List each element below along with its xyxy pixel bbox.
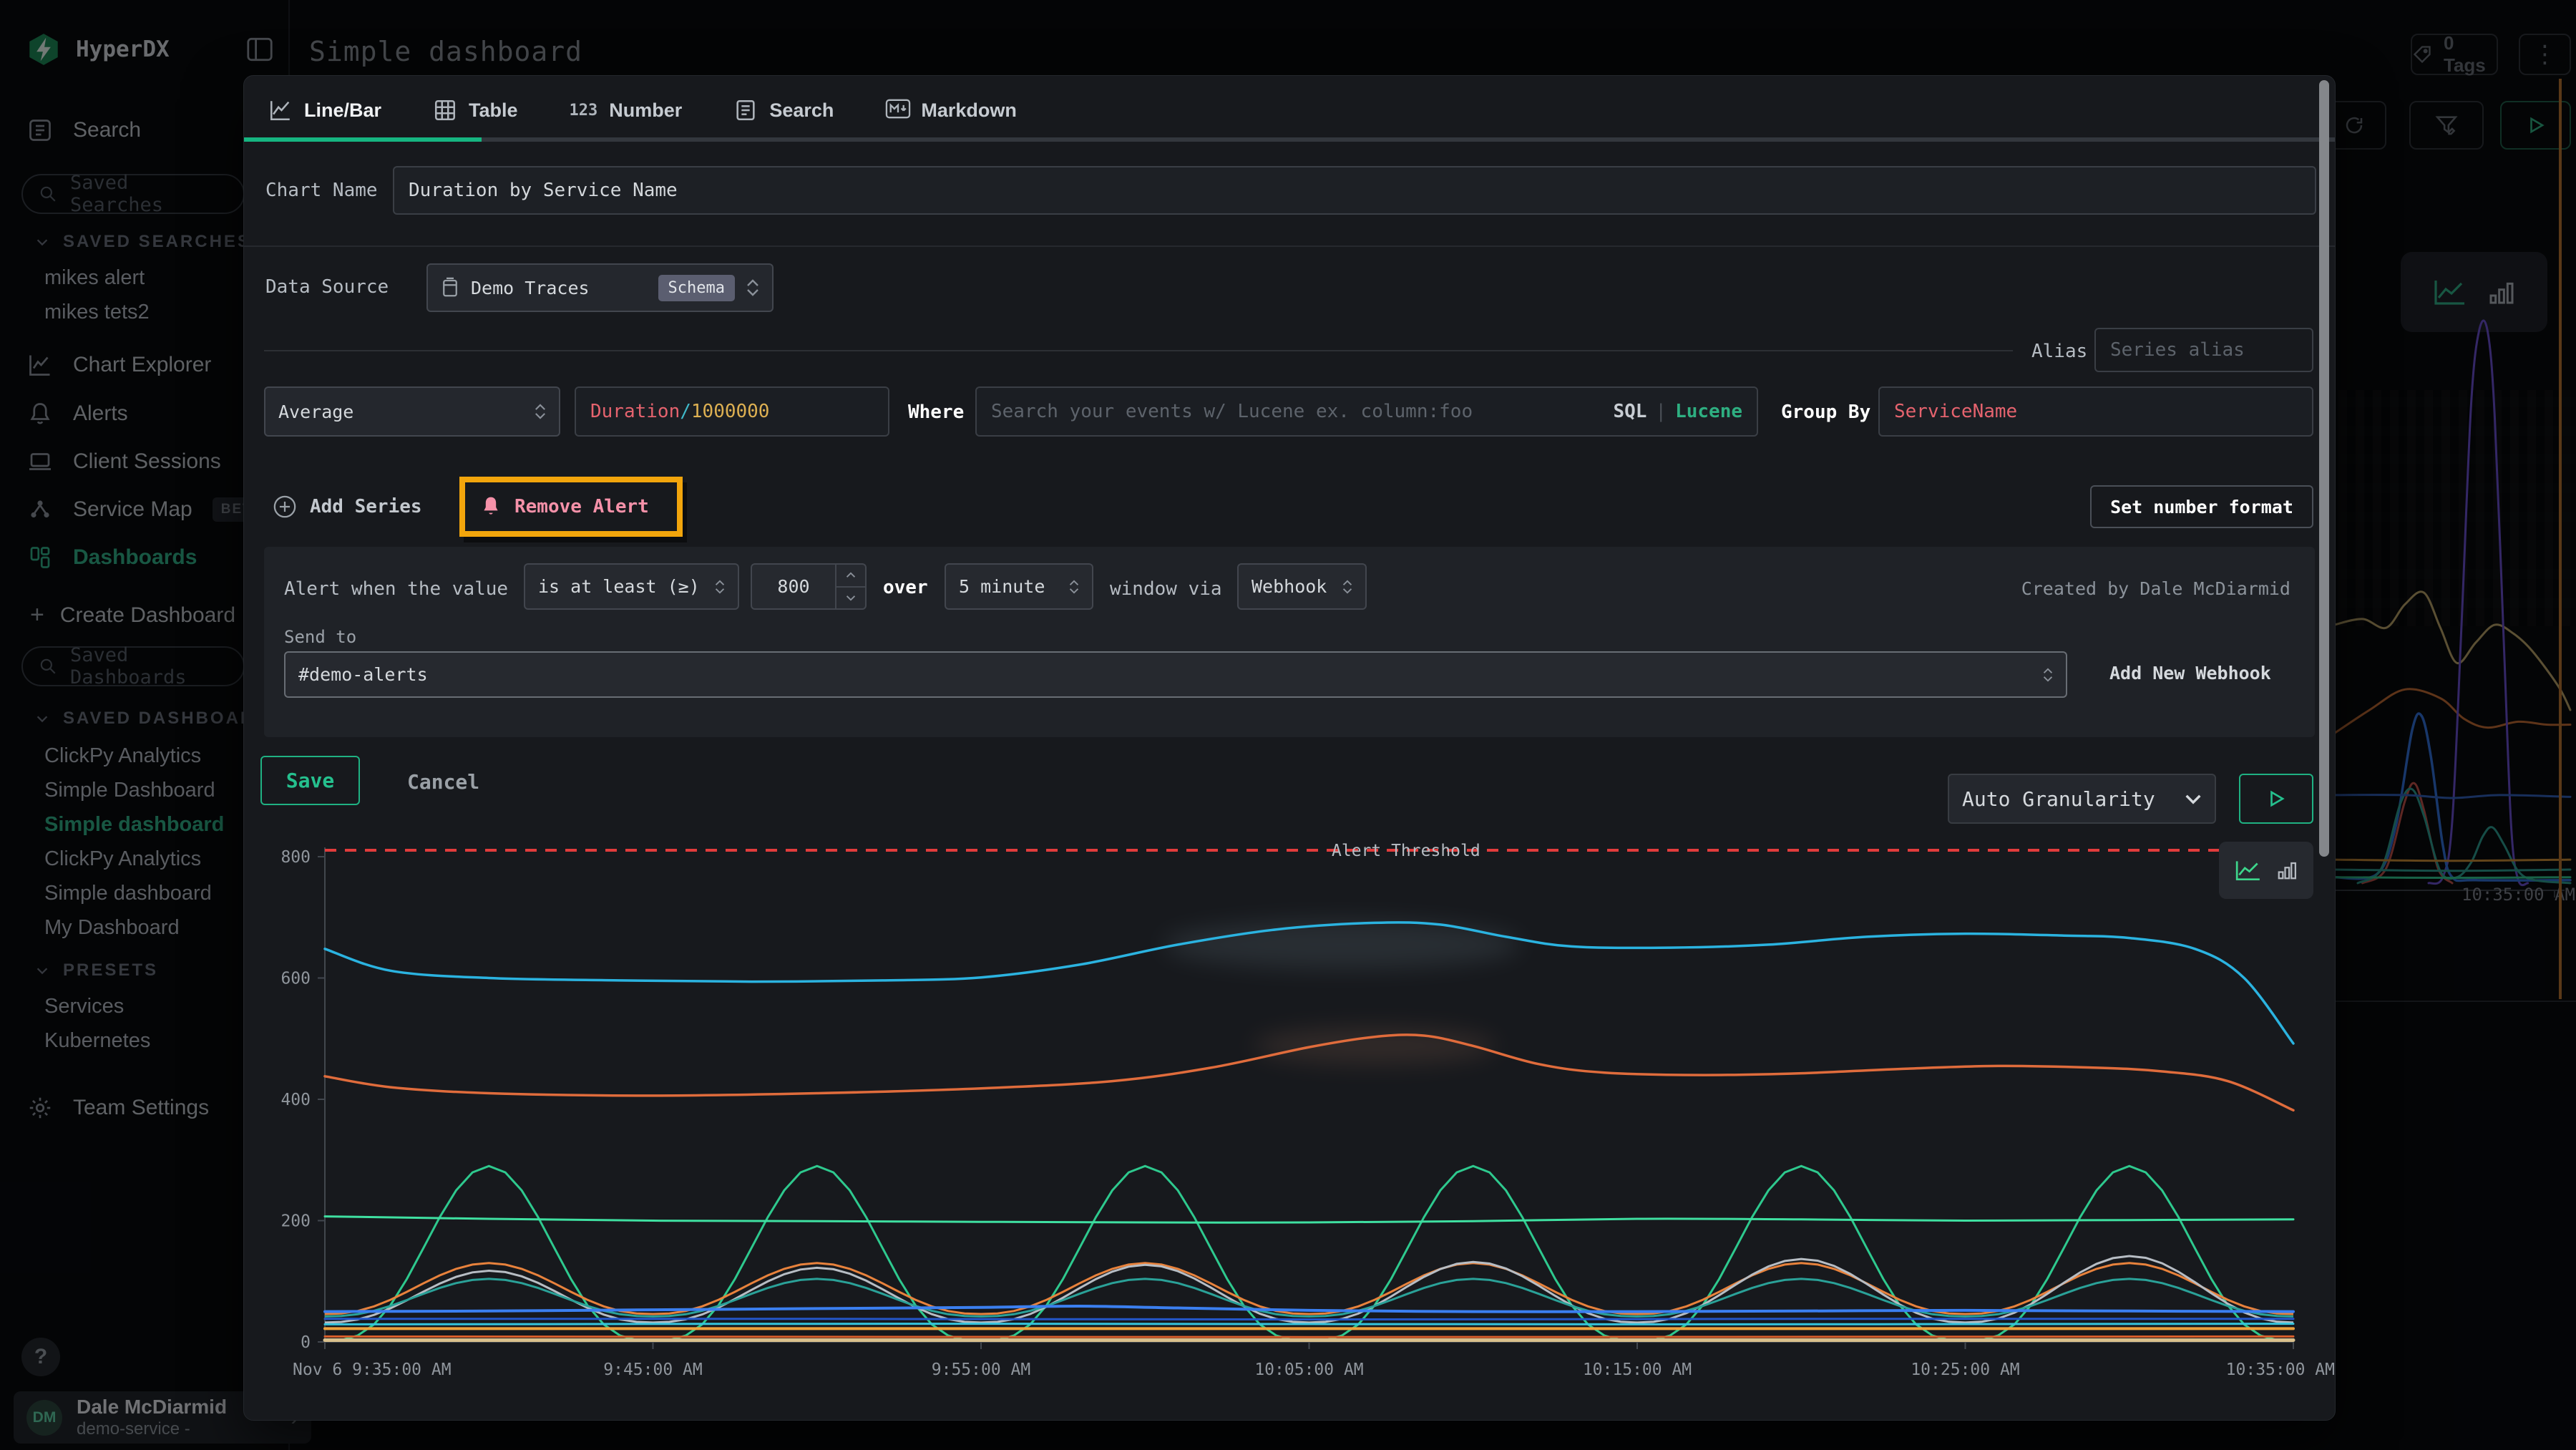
data-source-select[interactable]: Demo Traces Schema [426,263,774,312]
svg-text:10:25:00 AM: 10:25:00 AM [1911,1361,2019,1379]
markdown-icon [885,98,909,122]
alert-condition-select[interactable]: is at least (≥) [524,563,739,610]
tab-search[interactable]: Search [733,98,834,122]
add-series-button[interactable]: Add Series [273,485,422,528]
stepper-up-icon[interactable] [836,565,865,588]
granularity-select[interactable]: Auto Granularity [1948,774,2216,824]
svg-text:9:45:00 AM: 9:45:00 AM [603,1361,702,1379]
save-button[interactable]: Save [260,756,360,805]
select-chevrons-icon [2043,668,2053,682]
where-placeholder: Search your events w/ Lucene ex. column:… [991,401,1613,422]
tab-table[interactable]: Table [433,98,518,122]
table-icon [433,98,457,122]
send-to-select[interactable]: #demo-alerts [284,651,2067,698]
tabs-active-indicator [244,137,482,142]
edit-chart-modal: Line/Bar Table 123 Number Search Markdow… [243,75,2336,1421]
tab-number[interactable]: 123 Number [570,99,683,122]
select-chevrons-icon [1069,580,1079,594]
scrollbar-thumb[interactable] [2319,80,2329,857]
svg-text:200: 200 [280,1212,311,1231]
line-chart-icon [268,98,293,122]
group-by-label: Group By [1781,402,1870,423]
alert-window-select[interactable]: 5 minute [945,563,1093,610]
select-chevrons-icon [1342,580,1352,594]
alias-placeholder: Series alias [2110,339,2245,361]
over-label: over [883,577,928,598]
search-doc-icon [733,98,758,122]
play-icon [2267,789,2285,808]
select-chevrons-icon [715,580,725,594]
data-source-label: Data Source [265,276,389,298]
window-via-label: window via [1110,578,1222,600]
tab-line-bar[interactable]: Line/Bar [268,98,381,122]
svg-text:800: 800 [280,848,311,867]
set-number-format-button[interactable]: Set number format [2090,485,2313,528]
svg-text:10:05:00 AM: 10:05:00 AM [1254,1361,1363,1379]
group-by-input[interactable]: ServiceName [1878,386,2313,437]
chart-type-tabs: Line/Bar Table 123 Number Search Markdow… [268,87,1017,133]
chevron-down-icon [2185,794,2202,804]
svg-text:Alert Threshold: Alert Threshold [1332,842,1480,860]
data-source-value: Demo Traces [471,278,647,298]
created-by-label: Created by Dale McDiarmid [2021,578,2290,599]
stepper-buttons[interactable] [835,565,865,608]
stepper-down-icon[interactable] [836,588,865,609]
sql-toggle[interactable]: SQL [1613,401,1646,422]
cancel-button[interactable]: Cancel [407,770,479,794]
run-chart-button[interactable] [2239,774,2313,824]
schema-badge: Schema [658,275,735,301]
bar-chart-icon [2276,859,2298,882]
chart-type-toggle[interactable] [2219,842,2313,899]
svg-text:9:55:00 AM: 9:55:00 AM [932,1361,1030,1379]
lucene-toggle[interactable]: Lucene [1675,401,1742,422]
send-to-label: Send to [284,627,356,647]
plus-circle-icon [273,495,297,519]
section-divider [244,245,2335,247]
svg-text:0: 0 [301,1333,311,1352]
database-icon [441,277,459,298]
tab-markdown[interactable]: Markdown [885,98,1017,122]
alias-input[interactable]: Series alias [2094,328,2313,372]
modal-scrollbar[interactable] [2319,80,2329,1413]
svg-text:400: 400 [280,1091,311,1109]
alert-prefix-label: Alert when the value [284,578,508,600]
where-label: Where [908,402,964,423]
tabs-underline [244,137,2335,142]
chart-name-input[interactable]: Duration by Service Name [393,166,2316,215]
series-divider [264,350,2013,351]
aggregation-select[interactable]: Average [264,386,560,437]
add-new-webhook-link[interactable]: Add New Webhook [2109,663,2271,683]
alias-label: Alias [2031,341,2087,362]
svg-text:10:15:00 AM: 10:15:00 AM [1583,1361,1692,1379]
duration-chart: 0 200 400 600 800 Nov 6 9:35:00 AM 9:45:00 AM 9… [265,835,2335,1400]
annotation-highlight-box [459,477,683,537]
field-expression-input[interactable]: Duration/1000000 [575,386,889,437]
where-search-input[interactable]: Search your events w/ Lucene ex. column:… [975,386,1758,437]
svg-text:600: 600 [280,970,311,988]
chart-name-label: Chart Name [265,180,378,201]
threshold-value: 800 [752,576,835,597]
alert-channel-select[interactable]: Webhook [1237,563,1367,610]
alert-threshold-stepper[interactable]: 800 [751,563,867,610]
alert-config-panel: Alert when the value is at least (≥) 800… [264,547,2315,737]
select-chevrons-icon [746,279,759,296]
select-chevrons-icon [535,404,546,419]
line-chart-icon [2235,859,2262,882]
svg-text:Nov 6 9:35:00 AM: Nov 6 9:35:00 AM [293,1361,452,1379]
number-123-icon: 123 [570,102,598,120]
